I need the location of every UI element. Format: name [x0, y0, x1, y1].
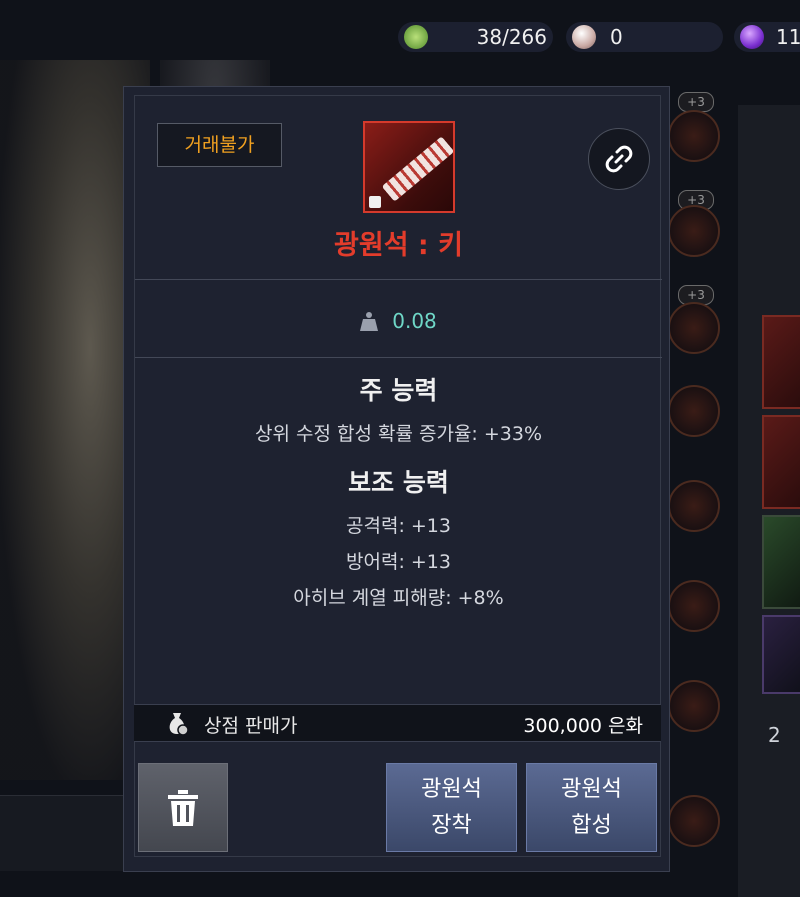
- equip-lightstone-button[interactable]: 광원석 장착: [386, 763, 517, 852]
- item-art: [381, 136, 453, 202]
- weight-row: 0.08: [135, 301, 662, 341]
- slot-plus-badge: +3: [678, 92, 714, 112]
- background-left-box: [0, 795, 125, 871]
- equipment-slot[interactable]: [668, 110, 720, 162]
- purple-currency: 11: [734, 22, 800, 52]
- main-ability-stat: 상위 수정 합성 확률 증가율: +33%: [254, 423, 543, 445]
- purple-value: 11: [776, 25, 800, 49]
- pearl-icon: [572, 25, 596, 49]
- inventory-thumb[interactable]: [762, 415, 800, 509]
- item-icon: [363, 121, 455, 213]
- purple-orb-icon: [740, 25, 764, 49]
- pearl-currency: 0: [566, 22, 723, 52]
- equipment-slot[interactable]: [668, 302, 720, 354]
- equipment-slot[interactable]: [668, 680, 720, 732]
- sub-ability-stat: 방어력: +13: [346, 551, 451, 573]
- weight-icon: [360, 312, 379, 331]
- inventory-thumb[interactable]: [762, 315, 800, 409]
- sub-ability-title: 보조 능력: [348, 468, 449, 497]
- right-panel-value: 2: [768, 723, 781, 747]
- equipment-slot[interactable]: [668, 480, 720, 532]
- equipment-slot[interactable]: [668, 385, 720, 437]
- equip-button-line1: 광원석: [421, 776, 482, 802]
- tooltip-inner-frame: 거래불가 광원석 : 키 0.08 주 능력 상위 수정 합성 확률 증가율: …: [134, 95, 662, 857]
- link-icon: [605, 145, 633, 173]
- trade-status-badge: 거래불가: [157, 123, 282, 167]
- green-currency-icon: [404, 25, 428, 49]
- equipment-slot[interactable]: [668, 205, 720, 257]
- inventory-thumb[interactable]: [762, 615, 800, 694]
- main-ability-title: 주 능력: [359, 376, 438, 405]
- sub-ability-stat: 아히브 계열 피해량: +8%: [293, 587, 504, 609]
- delete-button[interactable]: [138, 763, 228, 852]
- link-button[interactable]: [588, 128, 650, 190]
- combine-button-line2: 합성: [571, 812, 612, 838]
- weight-value: 0.08: [392, 309, 437, 333]
- inventory-thumb[interactable]: [762, 515, 800, 609]
- trash-icon: [168, 789, 198, 826]
- item-name: 광원석 : 키: [334, 230, 463, 261]
- equipment-slot-column: +3 +3 +3: [668, 80, 720, 890]
- money-bag-icon: [169, 713, 189, 736]
- equipment-slot[interactable]: [668, 795, 720, 847]
- divider: [135, 357, 662, 358]
- lock-icon: [369, 196, 381, 208]
- divider: [135, 279, 662, 280]
- pearl-value: 0: [610, 25, 623, 49]
- combine-button-line1: 광원석: [561, 776, 622, 802]
- equip-button-line2: 장착: [431, 812, 472, 838]
- shop-price-value: 300,000 은화: [523, 715, 643, 737]
- shop-price-row: 상점 판매가 300,000 은화: [134, 704, 661, 742]
- sub-ability-stat: 공격력: +13: [346, 515, 451, 537]
- equipment-slot[interactable]: [668, 580, 720, 632]
- combine-lightstone-button[interactable]: 광원석 합성: [526, 763, 657, 852]
- item-tooltip-panel: 거래불가 광원석 : 키 0.08 주 능력 상위 수정 합성 확률 증가율: …: [123, 86, 670, 872]
- shop-price-label: 상점 판매가: [204, 715, 298, 737]
- green-currency-value: 38/266: [476, 25, 547, 49]
- green-currency: 38/266: [398, 22, 553, 52]
